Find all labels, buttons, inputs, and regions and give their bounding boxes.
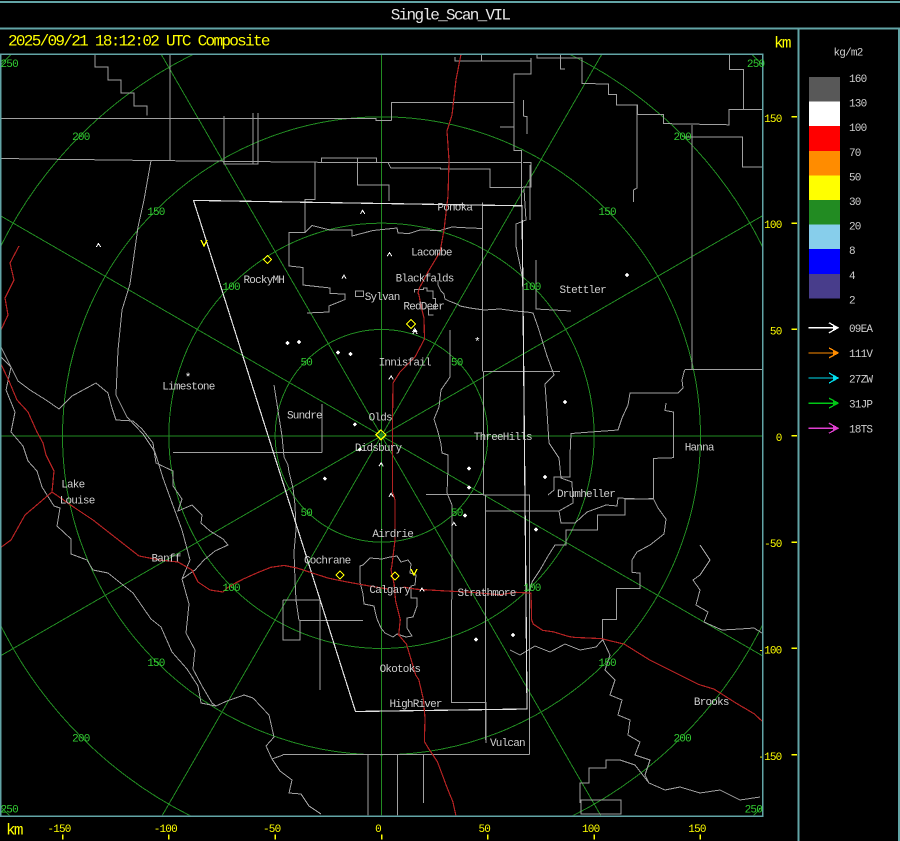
svg-text:*: *	[474, 337, 481, 349]
svg-text:50: 50	[451, 508, 463, 520]
svg-text:18TS: 18TS	[849, 425, 873, 437]
svg-text:HighRiver: HighRiver	[390, 699, 442, 711]
svg-text:250: 250	[747, 59, 765, 71]
svg-text:50: 50	[300, 508, 312, 520]
svg-text:Cochrane: Cochrane	[304, 556, 351, 568]
svg-text:Lake: Lake	[61, 480, 84, 492]
svg-text:Didsbury: Didsbury	[355, 443, 403, 455]
svg-text:-150: -150	[758, 752, 781, 764]
svg-text:Ponoka: Ponoka	[437, 203, 473, 215]
svg-text:Airdrie: Airdrie	[372, 529, 413, 541]
svg-text:Innisfail: Innisfail	[379, 358, 431, 370]
svg-text:250: 250	[1, 805, 19, 817]
svg-text:Sundre: Sundre	[287, 411, 322, 423]
svg-text:70: 70	[849, 148, 861, 160]
svg-text:100: 100	[523, 583, 541, 595]
svg-text:111V: 111V	[849, 349, 873, 361]
svg-text:27ZW: 27ZW	[849, 374, 873, 386]
svg-text:RedDeer: RedDeer	[403, 301, 444, 313]
svg-text:250: 250	[745, 805, 763, 817]
svg-text:50: 50	[451, 357, 463, 369]
svg-text:Strathmore: Strathmore	[458, 588, 516, 600]
svg-text:-50: -50	[263, 824, 281, 836]
svg-text:50: 50	[478, 824, 490, 836]
svg-text:Louise: Louise	[60, 496, 95, 508]
svg-text:50: 50	[849, 172, 861, 184]
svg-text:Okotoks: Okotoks	[380, 664, 421, 676]
svg-text:Lacombe: Lacombe	[411, 247, 452, 259]
svg-text:250: 250	[1, 59, 19, 71]
svg-text:Vulcan: Vulcan	[490, 738, 525, 750]
svg-text:100: 100	[523, 282, 541, 294]
svg-text:30: 30	[849, 197, 861, 209]
svg-text:100: 100	[222, 583, 240, 595]
svg-text:09EA: 09EA	[849, 324, 873, 336]
svg-text:100: 100	[582, 824, 600, 836]
svg-text:Calgary: Calgary	[369, 585, 411, 597]
svg-text:Brooks: Brooks	[694, 697, 729, 709]
svg-text:150: 150	[764, 114, 782, 126]
svg-text:Drumheller: Drumheller	[557, 489, 615, 501]
svg-text:200: 200	[72, 132, 90, 144]
svg-text:0: 0	[375, 824, 381, 836]
svg-text:200: 200	[673, 733, 691, 745]
svg-text:150: 150	[147, 658, 165, 670]
svg-text:130: 130	[849, 99, 867, 111]
svg-text:31JP: 31JP	[849, 399, 873, 411]
svg-text:Hanna: Hanna	[685, 443, 715, 455]
svg-text:Sylvan: Sylvan	[365, 292, 400, 304]
svg-text:-150: -150	[47, 824, 70, 836]
svg-text:kg/m2: kg/m2	[834, 48, 863, 60]
svg-text:km: km	[6, 822, 23, 840]
svg-text:-50: -50	[764, 539, 782, 551]
svg-text:-100: -100	[154, 824, 177, 836]
svg-text:160: 160	[849, 74, 867, 86]
svg-text:0: 0	[776, 433, 782, 445]
svg-text:200: 200	[673, 132, 691, 144]
svg-text:200: 200	[72, 733, 90, 745]
svg-text:100: 100	[764, 220, 782, 232]
svg-text:Blackfalds: Blackfalds	[396, 274, 454, 286]
svg-text:150: 150	[147, 207, 165, 219]
svg-text:50: 50	[300, 357, 312, 369]
svg-text:Stettler: Stettler	[560, 285, 607, 297]
svg-text:km: km	[774, 35, 791, 53]
svg-text:100: 100	[222, 282, 240, 294]
svg-text:8: 8	[849, 246, 855, 258]
svg-text:Olds: Olds	[369, 412, 392, 424]
svg-text:50: 50	[770, 327, 782, 339]
svg-text:150: 150	[598, 207, 616, 219]
svg-text:2025/09/21 18:12:02 UTC Compos: 2025/09/21 18:12:02 UTC Composite	[8, 33, 270, 51]
svg-text:150: 150	[688, 824, 706, 836]
svg-text:150: 150	[598, 658, 616, 670]
svg-text:*: *	[185, 373, 192, 385]
svg-text:Banff: Banff	[152, 554, 181, 566]
svg-text:2: 2	[849, 295, 855, 307]
svg-text:Single_Scan_VIL: Single_Scan_VIL	[391, 7, 511, 25]
svg-text:100: 100	[849, 123, 867, 135]
svg-text:ThreeHills: ThreeHills	[474, 432, 532, 444]
svg-text:20: 20	[849, 222, 861, 234]
svg-text:RockyMH: RockyMH	[244, 275, 285, 287]
